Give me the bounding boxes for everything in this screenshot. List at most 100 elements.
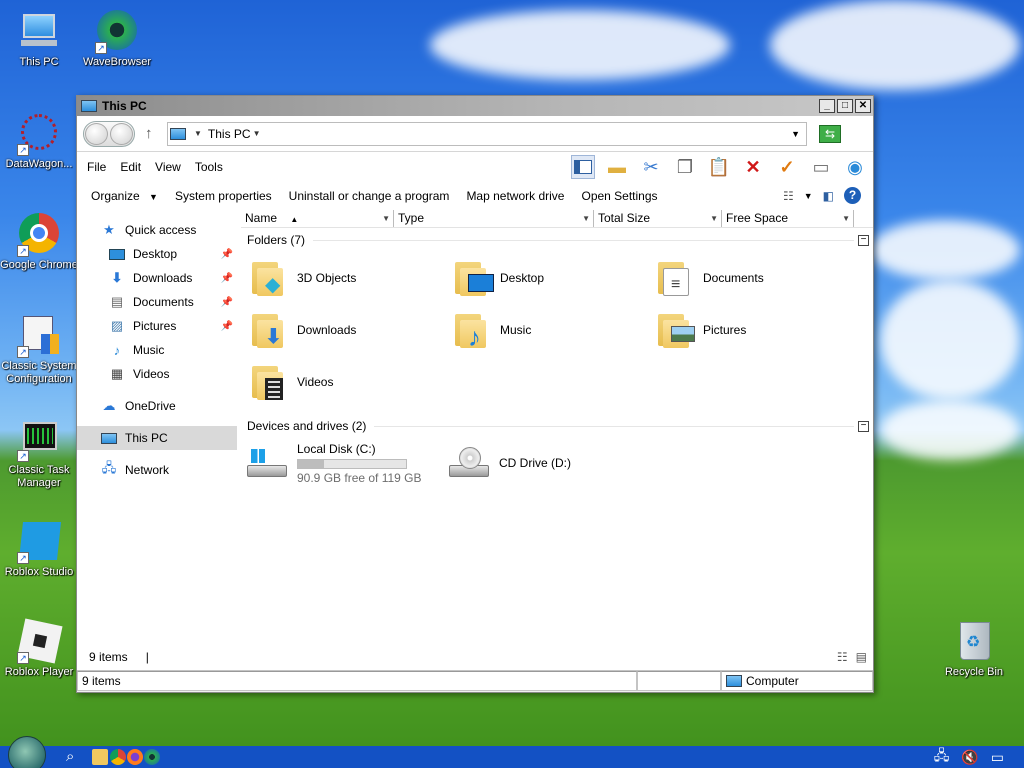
preview-pane-icon[interactable] bbox=[571, 155, 595, 179]
help-icon[interactable]: ? bbox=[844, 187, 861, 204]
folder-videos[interactable]: Videos bbox=[249, 356, 452, 408]
refresh-button[interactable]: ⇆ bbox=[819, 124, 841, 143]
network-icon: 🖧 bbox=[101, 460, 117, 475]
menu-tools[interactable]: Tools bbox=[195, 160, 223, 174]
collapse-icon[interactable]: − bbox=[858, 420, 869, 432]
back-forward-buttons bbox=[83, 120, 135, 147]
column-total-size[interactable]: Total Size ▼ bbox=[594, 210, 722, 227]
back-button[interactable] bbox=[85, 122, 108, 145]
nav-music[interactable]: ♪ Music bbox=[77, 338, 237, 362]
maximize-button[interactable]: □ bbox=[837, 99, 853, 113]
chevron-down-icon[interactable]: ▼ bbox=[804, 191, 813, 201]
checkmark-icon[interactable]: ✓ bbox=[775, 155, 799, 179]
menu-file[interactable]: File bbox=[87, 160, 106, 174]
folder-documents[interactable]: ≡ Documents bbox=[655, 252, 858, 304]
notifications-icon[interactable]: ▭ bbox=[991, 749, 1004, 766]
nav-desktop[interactable]: Desktop 📌 bbox=[77, 242, 237, 266]
folder-downloads[interactable]: ⬇ Downloads bbox=[249, 304, 452, 356]
nav-network[interactable]: 🖧 Network bbox=[77, 458, 237, 482]
chevron-down-icon[interactable]: ▼ bbox=[253, 129, 261, 138]
chevron-down-icon[interactable]: ▼ bbox=[710, 210, 718, 227]
desktop-icon-classic-task-manager[interactable]: ↗ Classic Task Manager bbox=[0, 418, 78, 490]
nav-videos[interactable]: ▦ Videos bbox=[77, 362, 237, 386]
up-arrow-icon[interactable]: ↑ bbox=[145, 125, 163, 142]
cut-icon[interactable]: ✂ bbox=[639, 155, 663, 179]
system-properties-button[interactable]: System properties bbox=[175, 189, 272, 203]
desktop-icon-google-chrome[interactable]: ↗ Google Chrome bbox=[0, 213, 78, 272]
forward-button[interactable] bbox=[110, 122, 133, 145]
properties-icon[interactable]: ▭ bbox=[809, 155, 833, 179]
desktop-icon-datawagon[interactable]: ↗ DataWagon... bbox=[0, 112, 78, 171]
paste-icon[interactable]: 📋 bbox=[707, 155, 731, 179]
drives-group-header[interactable]: Devices and drives (2) − bbox=[247, 414, 869, 438]
drive-c[interactable]: Local Disk (C:) 90.9 GB free of 119 GB bbox=[239, 438, 441, 488]
folder-pictures[interactable]: Pictures bbox=[655, 304, 858, 356]
desktop-icon-this-pc[interactable]: This PC bbox=[0, 10, 78, 69]
address-location[interactable]: This PC bbox=[208, 127, 251, 141]
pin-icon: 📌 bbox=[220, 320, 233, 332]
taskbar: ⌕ 🖧 🔇 ▭ bbox=[0, 736, 1024, 768]
column-type[interactable]: Type ▼ bbox=[394, 210, 594, 227]
globe-icon[interactable]: ◉ bbox=[843, 155, 867, 179]
search-icon[interactable]: ⌕ bbox=[66, 748, 74, 765]
nav-label: Quick access bbox=[125, 223, 197, 237]
desktop-icon-wavebrowser[interactable]: ↗ WaveBrowser bbox=[78, 10, 156, 69]
file-explorer-icon[interactable] bbox=[92, 749, 108, 765]
desktop-icon-label: This PC bbox=[19, 56, 59, 68]
picture-icon: ▨ bbox=[110, 318, 124, 333]
open-settings-button[interactable]: Open Settings bbox=[581, 189, 657, 203]
collapse-icon[interactable]: − bbox=[858, 234, 869, 246]
desktop-icon-label: Recycle Bin bbox=[944, 666, 1004, 678]
nav-label: Downloads bbox=[133, 271, 193, 285]
volume-muted-icon[interactable]: 🔇 bbox=[961, 749, 978, 766]
menu-view[interactable]: View bbox=[155, 160, 181, 174]
folder-desktop[interactable]: Desktop bbox=[452, 252, 655, 304]
details-view-icon[interactable]: ☷ bbox=[837, 650, 848, 664]
address-bar[interactable]: ▼ This PC ▼ ▼ bbox=[167, 121, 807, 146]
chevron-down-icon[interactable]: ▼ bbox=[582, 210, 590, 227]
start-button[interactable] bbox=[8, 736, 46, 768]
close-button[interactable]: ✕ bbox=[855, 99, 871, 113]
delete-icon[interactable]: ✕ bbox=[741, 155, 765, 179]
folder-3d-objects[interactable]: ◆ 3D Objects bbox=[249, 252, 452, 304]
chevron-down-icon[interactable]: ▼ bbox=[842, 210, 850, 227]
column-free-space[interactable]: Free Space ▼ bbox=[722, 210, 854, 227]
column-name[interactable]: Name ▲ ▼ bbox=[241, 210, 394, 227]
menu-edit[interactable]: Edit bbox=[120, 160, 141, 174]
nav-onedrive[interactable]: ☁ OneDrive bbox=[77, 394, 237, 418]
minimize-button[interactable]: _ bbox=[819, 99, 835, 113]
desktop-icon-roblox-player[interactable]: ↗ Roblox Player bbox=[0, 618, 78, 679]
uninstall-program-button[interactable]: Uninstall or change a program bbox=[289, 189, 450, 203]
wavebrowser-taskbar-icon[interactable] bbox=[144, 749, 160, 765]
map-network-drive-button[interactable]: Map network drive bbox=[466, 189, 564, 203]
title-bar[interactable]: This PC _ □ ✕ bbox=[77, 96, 873, 116]
explorer-window[interactable]: This PC _ □ ✕ ↑ ▼ This PC ▼ ▼ ⇆ File Edi… bbox=[76, 95, 874, 693]
document-icon: ▤ bbox=[110, 294, 124, 309]
copy-icon[interactable]: ❐ bbox=[673, 155, 697, 179]
address-dropdown-icon[interactable]: ▼ bbox=[791, 129, 800, 139]
chevron-down-icon[interactable]: ▼ bbox=[382, 210, 390, 227]
desktop-icon-classic-system-configuration[interactable]: ↗ Classic System Configuration bbox=[0, 314, 78, 386]
desktop-icon-recycle-bin[interactable]: ♻ Recycle Bin bbox=[935, 620, 1013, 679]
nav-downloads[interactable]: ⬇ Downloads 📌 bbox=[77, 266, 237, 290]
preview-pane-toggle-icon[interactable]: ◧ bbox=[823, 189, 834, 203]
computer-icon bbox=[101, 430, 117, 446]
firefox-icon[interactable] bbox=[127, 749, 143, 765]
nav-label: Music bbox=[133, 343, 165, 357]
change-view-icon[interactable]: ☷ bbox=[783, 189, 794, 203]
desktop-icon-roblox-studio[interactable]: ↗ Roblox Studio bbox=[0, 520, 78, 579]
folder-music[interactable]: ♪ Music bbox=[452, 304, 655, 356]
folders-group-header[interactable]: Folders (7) − bbox=[247, 228, 869, 252]
network-tray-icon[interactable]: 🖧 bbox=[934, 745, 950, 768]
tiles-view-icon[interactable]: ▤ bbox=[856, 650, 867, 664]
chrome-taskbar-icon[interactable] bbox=[110, 749, 126, 765]
nav-documents[interactable]: ▤ Documents 📌 bbox=[77, 290, 237, 314]
organize-button[interactable]: Organize ▼ bbox=[91, 189, 158, 203]
chevron-down-icon[interactable]: ▼ bbox=[194, 129, 202, 138]
drive-d[interactable]: CD Drive (D:) bbox=[441, 438, 643, 488]
nav-pictures[interactable]: ▨ Pictures 📌 bbox=[77, 314, 237, 338]
nav-this-pc[interactable]: This PC bbox=[77, 426, 237, 450]
folder-options-icon[interactable]: ▬ bbox=[605, 155, 629, 179]
nav-quick-access[interactable]: ★ Quick access bbox=[77, 218, 237, 242]
shortcut-arrow-icon: ↗ bbox=[17, 652, 29, 664]
